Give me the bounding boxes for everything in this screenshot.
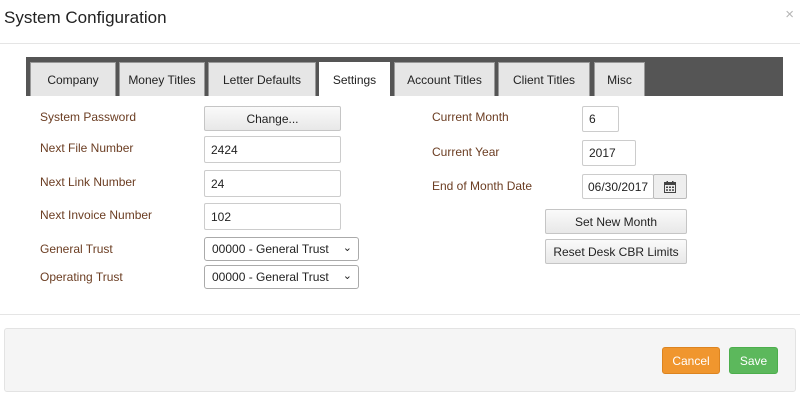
change-password-button[interactable]: Change... <box>204 106 341 131</box>
tab-money-titles[interactable]: Money Titles <box>119 62 205 96</box>
current-year-field[interactable]: 2017 <box>582 140 636 166</box>
tab-settings[interactable]: Settings <box>319 62 390 96</box>
operating-trust-label: Operating Trust <box>40 270 123 284</box>
dialog-title: System Configuration <box>4 8 167 27</box>
calendar-button[interactable] <box>653 174 687 199</box>
next-file-number-field[interactable]: 2424 <box>204 136 341 163</box>
system-password-label: System Password <box>40 110 137 124</box>
next-invoice-number-label: Next Invoice Number <box>40 208 153 222</box>
close-icon[interactable]: × <box>785 6 794 23</box>
chevron-down-icon: ⌄ <box>342 270 352 282</box>
next-invoice-number-field[interactable]: 102 <box>204 203 341 230</box>
set-new-month-button[interactable]: Set New Month <box>545 209 687 234</box>
end-of-month-date-label: End of Month Date <box>432 179 533 193</box>
tab-client-titles[interactable]: Client Titles <box>498 62 590 96</box>
divider <box>0 314 800 315</box>
tab-misc[interactable]: Misc <box>594 62 645 96</box>
end-of-month-date-field[interactable]: 06/30/2017 <box>582 174 654 199</box>
save-button[interactable]: Save <box>729 347 778 374</box>
tab-bar: Company Money Titles Letter Defaults Set… <box>26 57 783 96</box>
tab-account-titles[interactable]: Account Titles <box>394 62 495 96</box>
chevron-down-icon: ⌄ <box>342 242 352 254</box>
dialog-header: System Configuration × <box>0 0 800 44</box>
current-month-field[interactable]: 6 <box>582 106 619 132</box>
next-link-number-label: Next Link Number <box>40 175 137 189</box>
general-trust-value: 00000 - General Trust <box>212 242 329 256</box>
operating-trust-value: 00000 - General Trust <box>212 270 329 284</box>
next-link-number-field[interactable]: 24 <box>204 170 341 197</box>
tab-letter-defaults[interactable]: Letter Defaults <box>208 62 316 96</box>
calendar-icon <box>664 180 676 193</box>
general-trust-select[interactable]: 00000 - General Trust ⌄ <box>204 237 359 261</box>
current-month-label: Current Month <box>432 110 509 124</box>
general-trust-label: General Trust <box>40 242 113 256</box>
current-year-label: Current Year <box>432 145 500 159</box>
operating-trust-select[interactable]: 00000 - General Trust ⌄ <box>204 265 359 289</box>
tab-company[interactable]: Company <box>30 62 116 96</box>
cancel-button[interactable]: Cancel <box>662 347 720 374</box>
next-file-number-label: Next File Number <box>40 141 134 155</box>
reset-desk-cbr-limits-button[interactable]: Reset Desk CBR Limits <box>545 239 687 264</box>
